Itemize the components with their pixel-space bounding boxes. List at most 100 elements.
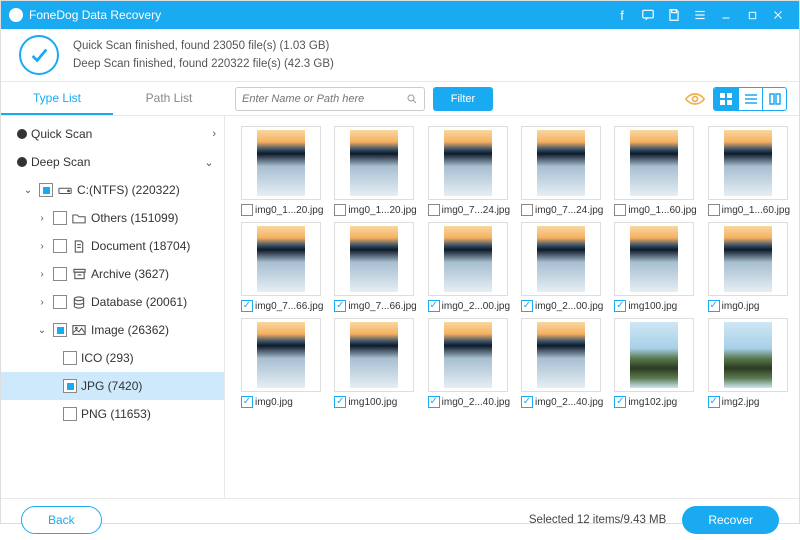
checkbox[interactable] — [708, 204, 720, 216]
grid-item[interactable]: img0_1...20.jpg — [334, 126, 417, 218]
checkbox[interactable] — [428, 300, 440, 312]
thumbnail — [334, 126, 414, 200]
thumbnail — [428, 222, 508, 296]
filter-button[interactable]: Filter — [433, 87, 493, 111]
checkbox[interactable] — [428, 204, 440, 216]
bullet-icon — [17, 157, 27, 167]
checkbox[interactable] — [614, 204, 626, 216]
grid-item[interactable]: img0_2...00.jpg — [428, 222, 511, 314]
thumbnail — [614, 222, 694, 296]
checkbox[interactable] — [428, 396, 440, 408]
file-name: img0.jpg — [255, 397, 293, 408]
menu-icon[interactable] — [687, 1, 713, 29]
grid-item[interactable]: img0_1...60.jpg — [614, 126, 697, 218]
checkbox[interactable] — [241, 204, 253, 216]
tree-quick-scan[interactable]: Quick Scan › — [1, 120, 224, 148]
tab-path-list[interactable]: Path List — [113, 83, 225, 115]
drive-icon — [57, 183, 73, 197]
view-detail-icon[interactable] — [762, 88, 786, 110]
grid-item[interactable]: img0_7...24.jpg — [428, 126, 511, 218]
checkbox[interactable] — [521, 204, 533, 216]
grid-item[interactable]: img2.jpg — [708, 318, 791, 410]
grid-item[interactable]: img0_7...66.jpg — [241, 222, 324, 314]
preview-toggle-icon[interactable] — [683, 87, 707, 111]
grid-item[interactable]: img0_2...40.jpg — [521, 318, 604, 410]
grid-item[interactable]: img0_7...24.jpg — [521, 126, 604, 218]
file-name: img100.jpg — [348, 397, 397, 408]
checkbox[interactable] — [334, 396, 346, 408]
tree-label: PNG (11653) — [81, 407, 216, 421]
deep-scan-status: Deep Scan finished, found 220322 file(s)… — [73, 55, 334, 73]
file-name: img0_2...40.jpg — [535, 397, 603, 408]
checkbox[interactable] — [521, 396, 533, 408]
tree-drive[interactable]: ⌄ C:(NTFS) (220322) — [1, 176, 224, 204]
grid-item[interactable]: img100.jpg — [614, 222, 697, 314]
checkbox-partial[interactable] — [63, 379, 77, 393]
tree-deep-scan[interactable]: Deep Scan ⌄ — [1, 148, 224, 176]
tree-label: Deep Scan — [31, 155, 202, 169]
checkbox[interactable] — [334, 204, 346, 216]
feedback-icon[interactable] — [635, 1, 661, 29]
tree-archive[interactable]: › Archive (3627) — [1, 260, 224, 288]
minimize-icon[interactable] — [713, 1, 739, 29]
save-icon[interactable] — [661, 1, 687, 29]
grid-item[interactable]: img0_1...60.jpg — [708, 126, 791, 218]
tab-type-list[interactable]: Type List — [1, 83, 113, 115]
grid-item[interactable]: img0.jpg — [708, 222, 791, 314]
tree-image[interactable]: ⌄ Image (26362) — [1, 316, 224, 344]
file-name: img0_1...60.jpg — [722, 205, 790, 216]
recover-button[interactable]: Recover — [682, 506, 779, 534]
grid-item[interactable]: img102.jpg — [614, 318, 697, 410]
grid-item[interactable]: img0_1...20.jpg — [241, 126, 324, 218]
grid-item[interactable]: img0.jpg — [241, 318, 324, 410]
file-name: img0_2...00.jpg — [442, 301, 510, 312]
checkbox-partial[interactable] — [53, 323, 67, 337]
tree-document[interactable]: › Document (18704) — [1, 232, 224, 260]
checkbox[interactable] — [53, 239, 67, 253]
tree-label: Image (26362) — [91, 323, 216, 337]
checkbox[interactable] — [63, 351, 77, 365]
thumbnail-grid: img0_1...20.jpg img0_1...20.jpg img0_7..… — [225, 116, 799, 498]
checkbox[interactable] — [63, 407, 77, 421]
grid-item[interactable]: img100.jpg — [334, 318, 417, 410]
view-list-icon[interactable] — [738, 88, 762, 110]
checkbox[interactable] — [334, 300, 346, 312]
tree-others[interactable]: › Others (151099) — [1, 204, 224, 232]
search-box[interactable] — [235, 87, 425, 111]
tree-jpg[interactable]: JPG (7420) — [1, 372, 224, 400]
titlebar: FoneDog Data Recovery f — [1, 1, 799, 29]
checkbox[interactable] — [614, 396, 626, 408]
grid-item[interactable]: img0_2...40.jpg — [428, 318, 511, 410]
file-name: img0_7...24.jpg — [442, 205, 510, 216]
checkbox[interactable] — [521, 300, 533, 312]
checkbox[interactable] — [53, 295, 67, 309]
search-input[interactable] — [242, 93, 406, 105]
app-title: FoneDog Data Recovery — [29, 8, 161, 22]
grid-item[interactable]: img0_2...00.jpg — [521, 222, 604, 314]
tree-ico[interactable]: ICO (293) — [1, 344, 224, 372]
checkbox[interactable] — [708, 300, 720, 312]
close-icon[interactable] — [765, 1, 791, 29]
checkbox[interactable] — [53, 267, 67, 281]
tree-database[interactable]: › Database (20061) — [1, 288, 224, 316]
file-name: img0_7...24.jpg — [535, 205, 603, 216]
chevron-right-icon: › — [212, 128, 216, 140]
facebook-icon[interactable]: f — [609, 1, 635, 29]
view-grid-icon[interactable] — [714, 88, 738, 110]
document-icon — [71, 239, 87, 253]
checkbox[interactable] — [53, 211, 67, 225]
thumbnail — [428, 126, 508, 200]
thumbnail — [241, 318, 321, 392]
search-icon — [406, 93, 418, 105]
checkbox[interactable] — [708, 396, 720, 408]
app-logo — [9, 8, 23, 22]
checkbox[interactable] — [241, 300, 253, 312]
grid-item[interactable]: img0_7...66.jpg — [334, 222, 417, 314]
back-button[interactable]: Back — [21, 506, 102, 534]
checkbox[interactable] — [614, 300, 626, 312]
thumbnail — [521, 318, 601, 392]
tree-png[interactable]: PNG (11653) — [1, 400, 224, 428]
checkbox[interactable] — [241, 396, 253, 408]
maximize-icon[interactable] — [739, 1, 765, 29]
checkbox-partial[interactable] — [39, 183, 53, 197]
